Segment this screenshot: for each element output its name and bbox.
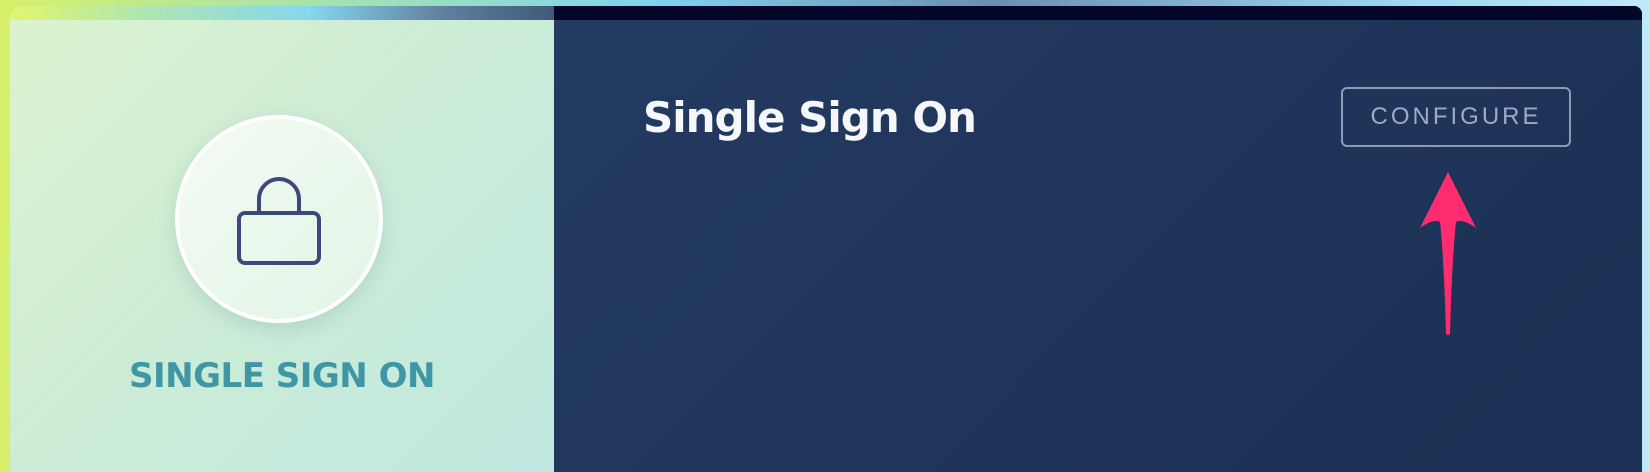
lock-icon xyxy=(237,177,321,265)
card-right-panel: Single Sign On CONFIGURE xyxy=(554,20,1642,472)
card-left-panel: SINGLE SIGN ON xyxy=(10,20,554,472)
arrow-up-icon xyxy=(1420,172,1476,335)
card-title: Single Sign On xyxy=(643,93,977,142)
card-label: SINGLE SIGN ON xyxy=(129,356,435,396)
integration-card: SINGLE SIGN ON Single Sign On CONFIGURE xyxy=(10,6,1642,472)
top-bar-left xyxy=(10,6,554,20)
configure-button[interactable]: CONFIGURE xyxy=(1341,87,1571,147)
top-bar-right xyxy=(554,6,1642,20)
background-frame: SINGLE SIGN ON Single Sign On CONFIGURE xyxy=(0,0,1650,472)
icon-circle xyxy=(175,115,383,323)
